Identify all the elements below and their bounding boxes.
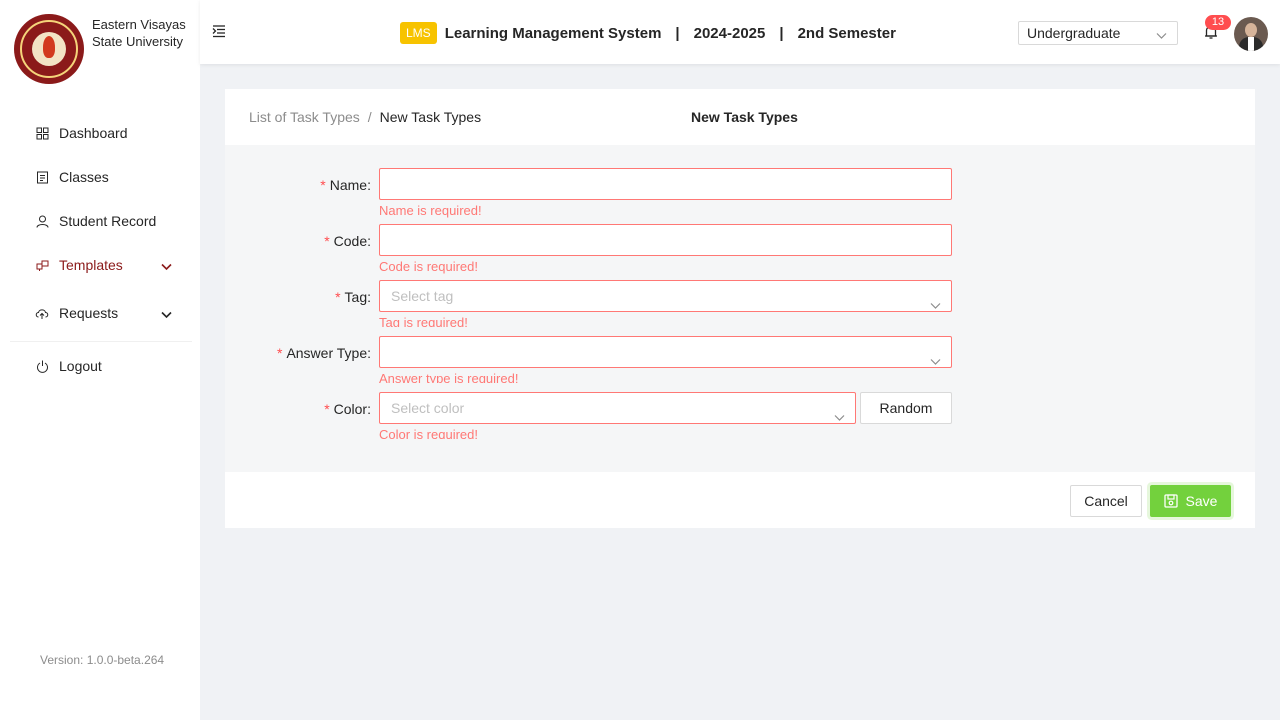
logout-label: Logout — [59, 358, 102, 374]
page-header: List of Task Types / New Task Types New … — [225, 89, 1255, 145]
sidebar-item-label: Dashboard — [59, 125, 128, 141]
form-row-name: * Name: Name is required! — [225, 168, 1255, 224]
breadcrumb-current: New Task Types — [379, 109, 482, 125]
brand-name: Eastern Visayas State University — [92, 16, 192, 50]
form-row-color: * Color: Select color Random Color is req… — [225, 392, 1255, 448]
breadcrumb: List of Task Types / New Task Types — [249, 109, 481, 125]
header-separator: | — [779, 24, 784, 42]
menu-collapse-icon[interactable] — [212, 24, 228, 40]
save-label: Save — [1185, 493, 1218, 509]
main-content: List of Task Types / New Task Types New … — [225, 89, 1255, 528]
tag-select[interactable]: Select tag — [379, 280, 952, 312]
tag-select-placeholder: Select tag — [391, 288, 454, 304]
cancel-button[interactable]: Cancel — [1070, 485, 1142, 517]
name-error: Name is required! — [379, 203, 482, 218]
brand: Eastern Visayas State University — [14, 14, 192, 84]
save-icon — [1163, 494, 1178, 508]
level-select[interactable]: Undergraduate — [1018, 21, 1178, 45]
answer-type-select[interactable] — [379, 336, 952, 368]
university-logo[interactable] — [14, 14, 84, 84]
chevron-down-icon[interactable] — [161, 258, 172, 274]
sidebar-item-student-record[interactable]: Student Record — [10, 199, 192, 243]
code-error: Code is required! — [379, 259, 478, 274]
sidebar-item-classes[interactable]: Classes — [10, 155, 192, 199]
form-row-tag: * Tag: Select tag Tag is required! — [225, 280, 1255, 336]
logout-button[interactable]: Logout — [10, 344, 192, 388]
brand-name-line2: State University — [92, 34, 184, 49]
breadcrumb-link-task-types[interactable]: List of Task Types — [249, 109, 360, 125]
form-actions: Cancel Save — [225, 472, 1255, 528]
color-select[interactable]: Select color — [379, 392, 856, 424]
save-button[interactable]: Save — [1150, 485, 1231, 517]
templates-icon — [35, 258, 49, 272]
random-color-button[interactable]: Random — [860, 392, 952, 424]
code-input[interactable] — [379, 224, 952, 256]
level-select-value: Undergraduate — [1027, 25, 1121, 41]
upload-cloud-icon — [35, 306, 49, 320]
dashboard-icon — [35, 126, 49, 140]
chevron-down-icon — [930, 346, 941, 376]
menu-divider — [10, 341, 192, 342]
chevron-down-icon — [1156, 27, 1167, 43]
header-separator: | — [675, 24, 680, 42]
sidebar: Eastern Visayas State University Dashboa… — [0, 0, 200, 720]
task-type-form: * Name: Name is required! * Code: Code is … — [225, 145, 1255, 472]
sidebar-item-label: Classes — [59, 169, 109, 185]
name-input[interactable] — [379, 168, 952, 200]
color-error: Color is required! — [379, 427, 478, 439]
form-row-code: * Code: Code is required! — [225, 224, 1255, 280]
chevron-down-icon — [930, 290, 941, 320]
page-title: New Task Types — [691, 109, 798, 125]
lms-badge: LMS — [400, 22, 437, 44]
form-row-answer-type: * Answer Type: Answer type is required! — [225, 336, 1255, 392]
power-icon — [35, 359, 49, 373]
semester: 2nd Semester — [797, 24, 896, 42]
chevron-down-icon — [834, 402, 845, 432]
chevron-down-icon[interactable] — [161, 306, 172, 322]
user-icon — [35, 214, 49, 228]
brand-name-line1: Eastern Visayas — [92, 17, 186, 32]
version-text: Version: 1.0.0-beta.264 — [40, 653, 165, 667]
color-label: * Color: — [324, 401, 371, 417]
name-label: * Name: — [320, 177, 371, 193]
breadcrumb-separator: / — [367, 109, 372, 125]
code-label: * Code: — [324, 233, 371, 249]
school-year: 2024-2025 — [693, 24, 766, 42]
system-name: Learning Management System — [444, 24, 662, 42]
sidebar-item-label: Student Record — [59, 213, 157, 229]
answer-type-error: Answer type is required! — [379, 371, 519, 383]
sidebar-menu: Dashboard Classes Student Record Templat… — [10, 111, 192, 388]
classes-icon — [35, 170, 49, 184]
sidebar-item-templates[interactable]: Templates — [10, 243, 192, 287]
sidebar-item-dashboard[interactable]: Dashboard — [10, 111, 192, 155]
sidebar-item-label: Templates — [59, 257, 123, 273]
tag-error: Tag is required! — [379, 315, 468, 327]
notification-count-badge: 13 — [1205, 15, 1231, 30]
tag-label: * Tag: — [335, 289, 371, 305]
avatar[interactable] — [1234, 17, 1268, 51]
answer-type-label: * Answer Type: — [276, 345, 371, 361]
top-header: LMS Learning Management System | 2024-20… — [200, 0, 1280, 64]
sidebar-item-requests[interactable]: Requests — [10, 287, 192, 339]
header-context: LMS Learning Management System | 2024-20… — [400, 22, 896, 44]
sidebar-item-label: Requests — [59, 305, 119, 321]
color-select-placeholder: Select color — [391, 400, 465, 416]
